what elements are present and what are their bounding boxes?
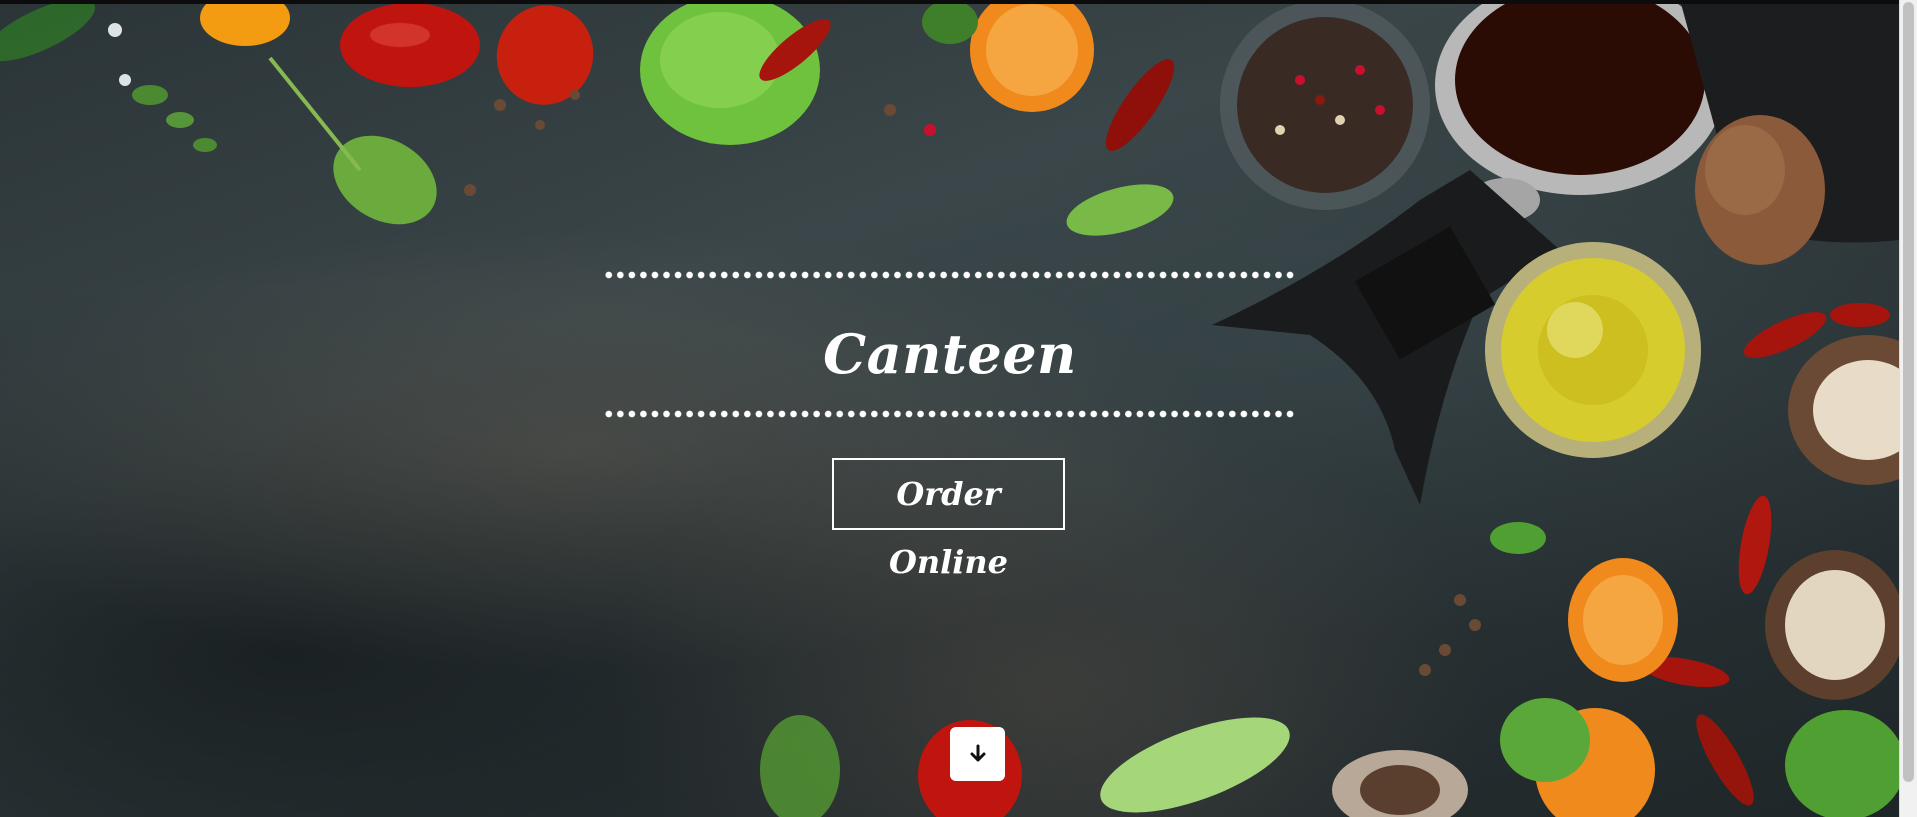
page-scrollbar[interactable]	[1899, 0, 1917, 817]
peppercorn-bowl	[1220, 0, 1430, 210]
order-online-button[interactable]: Order Online	[832, 458, 1065, 581]
lettuce-top	[640, 0, 1174, 236]
scroll-down-button[interactable]	[950, 727, 1005, 781]
tomatoes-bottom	[918, 558, 1678, 817]
site-title: Canteen	[823, 322, 1077, 386]
hero-section: Canteen Order Online	[0, 0, 1900, 817]
olive-oil-bowl	[1485, 242, 1701, 458]
arrow-down-icon	[970, 744, 985, 762]
scrollbar-thumb[interactable]	[1903, 2, 1914, 782]
dotted-divider-bottom	[603, 410, 1297, 418]
food-background-illustration	[0, 0, 1900, 817]
dotted-divider-top	[603, 271, 1297, 279]
top-edge-bar	[0, 0, 1900, 4]
